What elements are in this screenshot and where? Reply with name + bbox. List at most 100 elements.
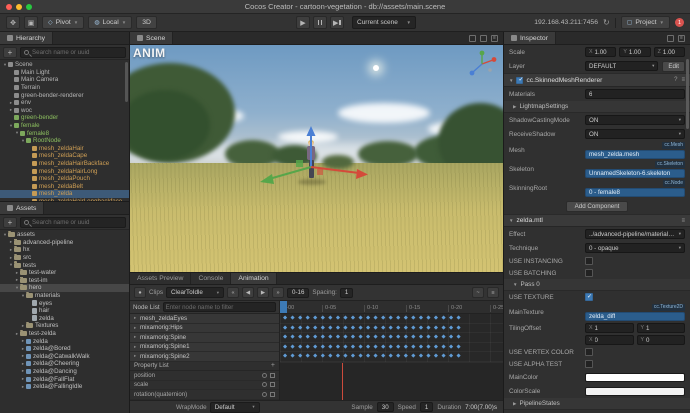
asset-item[interactable]: ▸ zelda@FallFlat <box>0 375 129 383</box>
hierarchy-item[interactable]: green-bender <box>0 114 129 122</box>
playhead-line[interactable] <box>342 362 343 400</box>
keyframe-row[interactable]: ◆◆◆◆◆◆◆◆◆◆◆◆◆◆◆◆◆◆◆◆◆◆◆◆ <box>280 324 503 333</box>
offset-y-field[interactable]: Y 0 <box>636 335 685 345</box>
skip-end-button[interactable]: » <box>272 287 284 298</box>
spacing-input[interactable]: 1 <box>339 287 354 298</box>
tab-inspector[interactable]: Inspector <box>504 32 556 44</box>
asset-item[interactable]: ▸ zelda@Bored <box>0 345 129 353</box>
hierarchy-search-input[interactable] <box>32 48 122 56</box>
menu-icon[interactable]: ≡ <box>681 77 685 83</box>
scene-viewport[interactable]: ANIM <box>130 45 503 272</box>
main-texture-field[interactable]: zelda_diff <box>585 311 685 321</box>
refresh-icon[interactable]: ↻ <box>603 18 610 27</box>
asset-item[interactable]: ▾ hero <box>0 284 129 292</box>
animation-timeline[interactable]: 0-000-050-100-150-200-25 ◆◆◆◆◆◆◆◆◆◆◆◆◆◆◆… <box>280 301 503 400</box>
scale-z-field[interactable]: Z 1.00 <box>653 47 685 57</box>
keyframe-row[interactable]: ◆◆◆◆◆◆◆◆◆◆◆◆◆◆◆◆◆◆◆◆◆◆◆◆ <box>280 333 503 343</box>
move-tool-icon[interactable]: ✥ <box>6 16 20 29</box>
effect-select[interactable]: ../advanced-pipeline/materials/builtin <box>585 229 685 239</box>
keyframe-row[interactable]: ◆◆◆◆◆◆◆◆◆◆◆◆◆◆◆◆◆◆◆◆◆◆◆◆ <box>280 352 503 362</box>
asset-item[interactable]: ▸ test-zelda <box>0 329 129 338</box>
local-button[interactable]: ◍ Local ▼ <box>88 16 133 29</box>
anim-node-row[interactable]: ▸ mixamorig:Spine <box>130 333 279 343</box>
anim-node-row[interactable]: ▸ mixamorig:Hips <box>130 323 279 333</box>
hierarchy-item[interactable]: ▾ female <box>0 122 129 130</box>
tab-console[interactable]: Console <box>191 273 232 284</box>
speed-input[interactable]: 1 <box>419 402 434 412</box>
anim-node-row[interactable]: ▸ mixamorig:Spine2 <box>130 352 279 362</box>
menu-icon[interactable] <box>270 382 275 388</box>
asset-item[interactable]: ▸ hx <box>0 246 129 254</box>
assets-search[interactable] <box>20 216 126 228</box>
menu-icon[interactable]: ≡ <box>678 34 685 42</box>
component-enabled-checkbox[interactable] <box>516 76 524 84</box>
menu-icon[interactable]: ≡ <box>491 34 498 42</box>
hierarchy-item[interactable]: ▸ env <box>0 99 129 107</box>
offset-x-field[interactable]: X 0 <box>585 335 634 345</box>
hierarchy-item[interactable]: green-bender-renderer <box>0 91 129 99</box>
color-scale-swatch[interactable] <box>585 386 685 396</box>
component-header[interactable]: ▼ cc.SkinnedMeshRenderer ? ≡ <box>504 73 690 87</box>
minimize-window-button[interactable] <box>16 3 22 10</box>
hierarchy-item[interactable]: mesh_zeldaHairLongbackface <box>0 198 129 201</box>
property-timeline-area[interactable] <box>280 361 503 400</box>
use-alpha-test-checkbox[interactable] <box>585 360 593 368</box>
axis-orientation-gizmo[interactable] <box>467 49 497 79</box>
asset-item[interactable]: hair <box>0 307 129 315</box>
tiling-x-field[interactable]: X 1 <box>585 323 634 333</box>
maximize-window-button[interactable] <box>26 3 32 10</box>
scale-y-field[interactable]: Y 1.00 <box>619 47 651 57</box>
add-property-button[interactable]: + <box>271 362 275 369</box>
asset-item[interactable]: ▾ tests <box>0 261 129 269</box>
clip-select[interactable]: ClearToIdle <box>166 287 224 298</box>
asset-item[interactable]: ▾ assets <box>0 231 129 239</box>
hierarchy-item[interactable]: ▾ Scene <box>0 61 129 69</box>
lightmap-settings-header[interactable]: ▶ LightmapSettings <box>504 101 690 113</box>
asset-item[interactable]: ▸ zelda <box>0 337 129 345</box>
notification-badge[interactable]: 1 <box>675 18 684 27</box>
asset-item[interactable]: ▸ test-water <box>0 268 129 277</box>
hierarchy-item[interactable]: Terrain <box>0 84 129 92</box>
asset-item[interactable]: ▸ src <box>0 253 129 262</box>
sample-input[interactable]: 30 <box>376 402 394 412</box>
create-node-button[interactable]: + <box>3 46 17 58</box>
timeline-ruler[interactable]: 0-000-050-100-150-200-25 <box>280 301 503 314</box>
anim-property-row[interactable]: position <box>130 371 279 381</box>
skinning-root-field[interactable]: 0 - female8 <box>585 187 685 197</box>
hierarchy-item[interactable]: ▾ RootNode <box>0 137 129 145</box>
wrapmode-select[interactable]: Default <box>209 401 260 413</box>
anim-property-row[interactable]: rotation(quaternion) <box>130 390 279 400</box>
asset-item[interactable]: ▸ zelda@CatwalkWalk <box>0 353 129 361</box>
hierarchy-item[interactable]: mesh_zeldaBelt <box>0 183 129 191</box>
skip-start-button[interactable]: « <box>227 287 239 298</box>
hierarchy-item[interactable]: Main Camera <box>0 76 129 84</box>
use-batching-checkbox[interactable] <box>585 269 593 277</box>
asset-item[interactable]: ▸ advanced-pipeline <box>0 238 129 247</box>
grid-icon[interactable] <box>469 34 476 42</box>
record-toggle-icon[interactable] <box>262 391 267 397</box>
record-button[interactable]: ● <box>134 287 146 298</box>
hierarchy-scrollbar[interactable] <box>125 62 128 102</box>
edit-layer-button[interactable]: Edit <box>662 60 685 72</box>
menu-icon[interactable]: ≡ <box>681 218 685 224</box>
asset-item[interactable]: ▸ test-im <box>0 276 129 285</box>
timeline-playhead-marker[interactable] <box>280 301 287 313</box>
camera-icon[interactable] <box>480 34 487 42</box>
anim-property-row[interactable]: scale <box>130 381 279 390</box>
step-button[interactable]: ▶ <box>330 16 344 29</box>
pipeline-states-header[interactable]: ▶ PipelineStates <box>504 398 690 410</box>
tab-scene[interactable]: Scene <box>130 32 174 44</box>
asset-item[interactable]: eyes <box>0 299 129 307</box>
inspector-scrollbar[interactable] <box>686 59 689 129</box>
transform-gizmo[interactable] <box>251 122 371 212</box>
close-window-button[interactable] <box>6 3 12 10</box>
menu-icon[interactable] <box>270 391 275 397</box>
keyframe-row[interactable]: ◆◆◆◆◆◆◆◆◆◆◆◆◆◆◆◆◆◆◆◆◆◆◆◆ <box>280 314 503 324</box>
pause-button[interactable] <box>313 16 327 29</box>
assets-search-input[interactable] <box>32 218 122 226</box>
asset-item[interactable]: ▸ zelda@FallingIdle <box>0 383 129 391</box>
materials-count-field[interactable]: 6 <box>585 89 685 99</box>
anim-node-row[interactable]: ▸ mesh_zeldaEyes <box>130 314 279 324</box>
use-instancing-checkbox[interactable] <box>585 257 593 265</box>
record-toggle-icon[interactable] <box>262 382 267 388</box>
